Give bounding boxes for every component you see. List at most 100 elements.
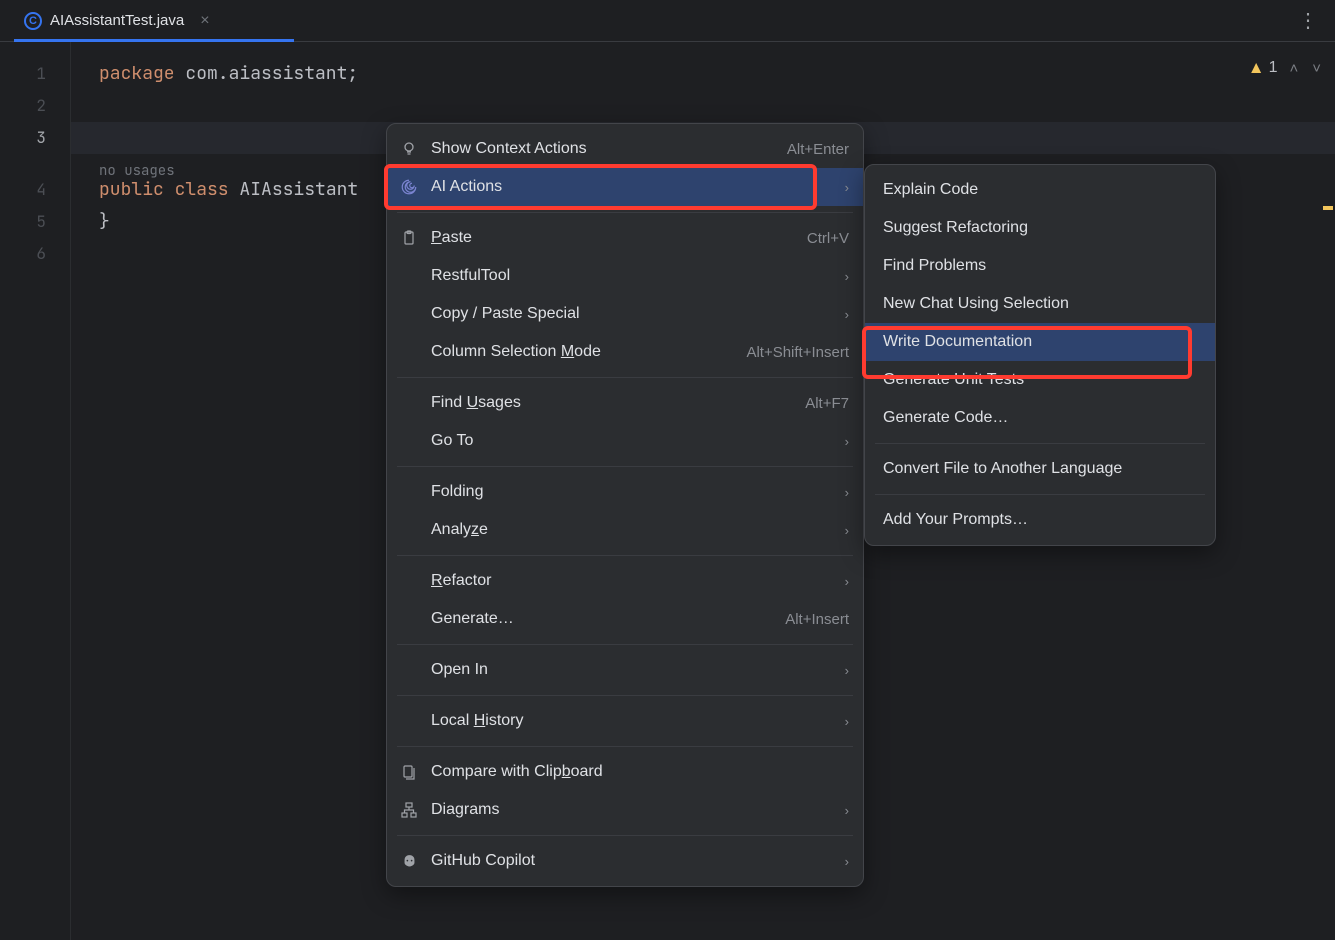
menu-item-label: Add Your Prompts…: [883, 511, 1201, 529]
chevron-right-icon: ›: [845, 854, 849, 869]
menu-separator: [397, 746, 853, 747]
prev-highlight-icon[interactable]: ˄: [1287, 60, 1300, 77]
menu-item[interactable]: Analyze ›: [387, 511, 863, 549]
inspections-widget[interactable]: ▲ 1 ˄ ˅: [1248, 58, 1323, 78]
menu-item-label: AI Actions: [431, 178, 833, 196]
clipboard-icon: [399, 230, 419, 246]
chevron-right-icon: ›: [845, 574, 849, 589]
menu-item[interactable]: Generate… Alt+Insert: [387, 600, 863, 638]
menu-item-label: Show Context Actions: [431, 140, 775, 158]
menu-item[interactable]: Open In ›: [387, 651, 863, 689]
warning-badge[interactable]: ▲ 1: [1248, 58, 1278, 78]
chevron-right-icon: ›: [845, 180, 849, 195]
menu-item[interactable]: Compare with Clipboard: [387, 753, 863, 791]
menu-item-label: Write Documentation: [883, 333, 1201, 351]
menu-item[interactable]: Suggest Refactoring: [865, 209, 1215, 247]
menu-item-label: Open In: [431, 661, 833, 679]
chevron-right-icon: ›: [845, 485, 849, 500]
menu-separator: [397, 644, 853, 645]
more-icon[interactable]: ⋮: [1282, 8, 1335, 33]
code-line: package com.aiassistant;: [99, 58, 1335, 90]
menu-item[interactable]: Write Documentation: [865, 323, 1215, 361]
context-menu: Show Context Actions Alt+Enter AI Actions ›…: [386, 123, 864, 887]
menu-separator: [397, 377, 853, 378]
menu-shortcut: Alt+Enter: [787, 141, 849, 158]
menu-item[interactable]: Folding ›: [387, 473, 863, 511]
compare-icon: [399, 764, 419, 780]
menu-item-label: RestfulTool: [431, 267, 833, 285]
menu-item[interactable]: New Chat Using Selection: [865, 285, 1215, 323]
menu-item[interactable]: Generate Unit Tests: [865, 361, 1215, 399]
menu-item[interactable]: Column Selection Mode Alt+Shift+Insert: [387, 333, 863, 371]
menu-item[interactable]: Copy / Paste Special ›: [387, 295, 863, 333]
menu-item[interactable]: Find Problems: [865, 247, 1215, 285]
menu-separator: [397, 466, 853, 467]
menu-separator: [875, 443, 1205, 444]
menu-separator: [875, 494, 1205, 495]
menu-shortcut: Ctrl+V: [807, 230, 849, 247]
error-stripe-marker[interactable]: [1323, 206, 1333, 210]
chevron-right-icon: ›: [845, 803, 849, 818]
menu-item-label: New Chat Using Selection: [883, 295, 1201, 313]
menu-item-label: Local History: [431, 712, 833, 730]
chevron-right-icon: ›: [845, 434, 849, 449]
menu-item-label: Generate…: [431, 610, 773, 628]
menu-separator: [397, 555, 853, 556]
chevron-right-icon: ›: [845, 523, 849, 538]
menu-item[interactable]: Diagrams ›: [387, 791, 863, 829]
close-icon[interactable]: ×: [200, 12, 209, 30]
menu-item[interactable]: GitHub Copilot ›: [387, 842, 863, 880]
menu-item-label: Convert File to Another Language: [883, 460, 1201, 478]
menu-separator: [397, 695, 853, 696]
copilot-icon: [399, 853, 419, 870]
bulb-icon: [399, 141, 419, 157]
menu-item-label: Copy / Paste Special: [431, 305, 833, 323]
menu-item-label: Column Selection Mode: [431, 343, 734, 361]
menu-item-label: Refactor: [431, 572, 833, 590]
menu-item[interactable]: Show Context Actions Alt+Enter: [387, 130, 863, 168]
java-class-icon: C: [24, 12, 42, 30]
menu-item-label: Explain Code: [883, 181, 1201, 199]
tab-filename: AIAssistantTest.java: [50, 12, 184, 29]
menu-item[interactable]: Local History›: [387, 702, 863, 740]
warning-count: 1: [1269, 59, 1278, 77]
menu-separator: [397, 835, 853, 836]
menu-item-label: Folding: [431, 483, 833, 501]
line-gutter: 123456: [0, 42, 70, 940]
menu-item[interactable]: Explain Code: [865, 171, 1215, 209]
menu-item[interactable]: Convert File to Another Language: [865, 450, 1215, 488]
chevron-right-icon: ›: [845, 307, 849, 322]
menu-shortcut: Alt+Shift+Insert: [746, 344, 849, 361]
menu-item[interactable]: AI Actions ›: [387, 168, 863, 206]
spiral-icon: [399, 178, 419, 196]
menu-shortcut: Alt+Insert: [785, 611, 849, 628]
menu-item-label: Diagrams: [431, 801, 833, 819]
menu-item[interactable]: RestfulTool ›: [387, 257, 863, 295]
menu-item-label: Generate Code…: [883, 409, 1201, 427]
menu-shortcut: Alt+F7: [805, 395, 849, 412]
next-highlight-icon[interactable]: ˅: [1310, 60, 1323, 77]
menu-item[interactable]: Refactor ›: [387, 562, 863, 600]
menu-item-label: Generate Unit Tests: [883, 371, 1201, 389]
menu-item[interactable]: Add Your Prompts…: [865, 501, 1215, 539]
menu-separator: [397, 212, 853, 213]
code-line: [99, 90, 1335, 122]
menu-item[interactable]: Generate Code…: [865, 399, 1215, 437]
menu-item-label: Compare with Clipboard: [431, 763, 849, 781]
tab-bar: C AIAssistantTest.java × ⋮: [0, 0, 1335, 42]
menu-item-label: Go To: [431, 432, 833, 450]
menu-item-label: Paste: [431, 229, 795, 247]
ai-actions-submenu: Explain Code Suggest Refactoring Find Prob…: [864, 164, 1216, 546]
menu-item-label: GitHub Copilot: [431, 852, 833, 870]
menu-item[interactable]: Paste Ctrl+V: [387, 219, 863, 257]
usage-hint[interactable]: no usages: [99, 162, 175, 180]
editor-tab[interactable]: C AIAssistantTest.java ×: [14, 1, 220, 41]
chevron-right-icon: ›: [845, 269, 849, 284]
warning-icon: ▲: [1248, 58, 1265, 78]
menu-item[interactable]: Find UsagesAlt+F7: [387, 384, 863, 422]
menu-item-label: Analyze: [431, 521, 833, 539]
menu-item[interactable]: Go To ›: [387, 422, 863, 460]
chevron-right-icon: ›: [845, 663, 849, 678]
diagram-icon: [399, 802, 419, 818]
menu-item-label: Find Problems: [883, 257, 1201, 275]
